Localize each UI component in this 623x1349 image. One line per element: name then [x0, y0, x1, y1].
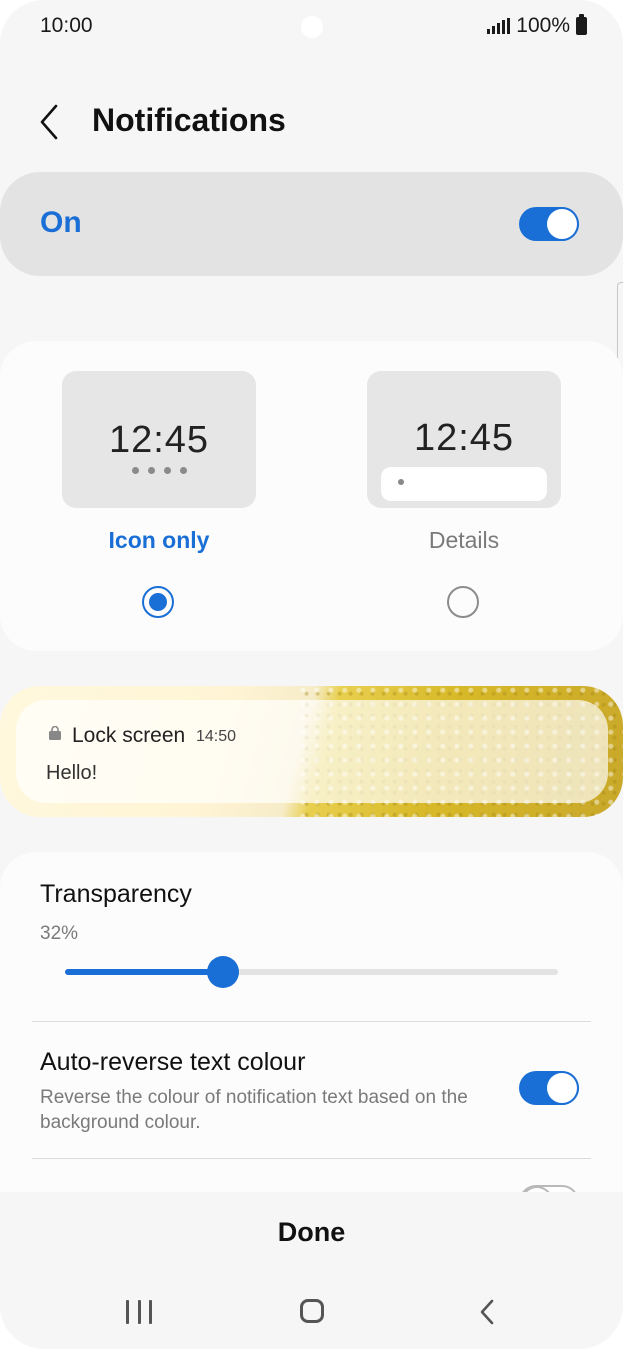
auto-reverse-title: Auto-reverse text colour — [40, 1048, 306, 1076]
appearance-settings-card: Transparency 32% Auto-reverse text colou… — [0, 852, 623, 1192]
divider — [32, 1158, 591, 1159]
notification-style-card: 12:45 Icon only 12:45 Details — [0, 341, 623, 651]
status-time: 10:00 — [40, 14, 93, 37]
recents-icon[interactable] — [126, 1300, 152, 1324]
details-label[interactable]: Details — [367, 527, 561, 554]
auto-reverse-description: Reverse the colour of notification text … — [40, 1087, 468, 1133]
preview-clock: 12:45 — [108, 419, 210, 461]
chevron-left-icon — [480, 1299, 494, 1325]
chevron-left-icon — [40, 104, 58, 140]
status-bar: 10:00 100% — [0, 0, 623, 42]
battery-icon — [576, 14, 587, 35]
battery-percentage: 100% — [516, 14, 570, 37]
details-preview[interactable]: 12:45 — [367, 371, 561, 508]
icon-only-preview[interactable]: 12:45 — [62, 371, 256, 508]
header: Notifications — [0, 90, 623, 154]
toggle-knob — [547, 1073, 577, 1103]
next-setting-toggle[interactable] — [519, 1185, 579, 1192]
master-switch-label: On — [40, 206, 82, 239]
notifications-master-switch[interactable]: On — [0, 172, 623, 276]
signal-icon — [487, 18, 511, 34]
dot-icon — [398, 479, 404, 485]
done-button[interactable]: Done — [0, 1217, 623, 1248]
status-indicators: 100% — [487, 14, 587, 38]
phone-screen: 10:00 100% Notifications On 12:45 Icon o… — [0, 0, 623, 1349]
icon-only-label[interactable]: Icon only — [62, 527, 256, 554]
notification-message: Hello! — [46, 762, 98, 784]
master-toggle[interactable] — [519, 207, 579, 241]
home-icon[interactable] — [300, 1299, 324, 1323]
icon-only-radio[interactable] — [142, 586, 174, 618]
slider-thumb[interactable] — [206, 956, 239, 988]
sample-notification: Lock screen 14:50 Hello! — [16, 700, 608, 803]
lock-icon — [49, 726, 61, 740]
nav-back-button[interactable] — [476, 1297, 498, 1327]
notification-dots-icon — [62, 467, 256, 474]
back-button[interactable] — [32, 100, 72, 144]
notification-detail-bar — [381, 467, 547, 501]
slider-fill — [65, 969, 223, 975]
notification-time: 14:50 — [196, 728, 237, 745]
transparency-title: Transparency — [40, 880, 192, 908]
auto-reverse-toggle[interactable] — [519, 1071, 579, 1105]
transparency-value: 32% — [40, 923, 79, 944]
camera-cutout — [301, 16, 323, 38]
transparency-slider[interactable] — [65, 956, 558, 988]
page-title: Notifications — [92, 102, 286, 138]
preview-clock: 12:45 — [413, 417, 515, 459]
details-radio[interactable] — [447, 586, 479, 618]
footer — [0, 1192, 623, 1349]
divider — [32, 1021, 591, 1022]
notification-app-name: Lock screen — [72, 724, 186, 747]
toggle-knob — [547, 209, 577, 239]
